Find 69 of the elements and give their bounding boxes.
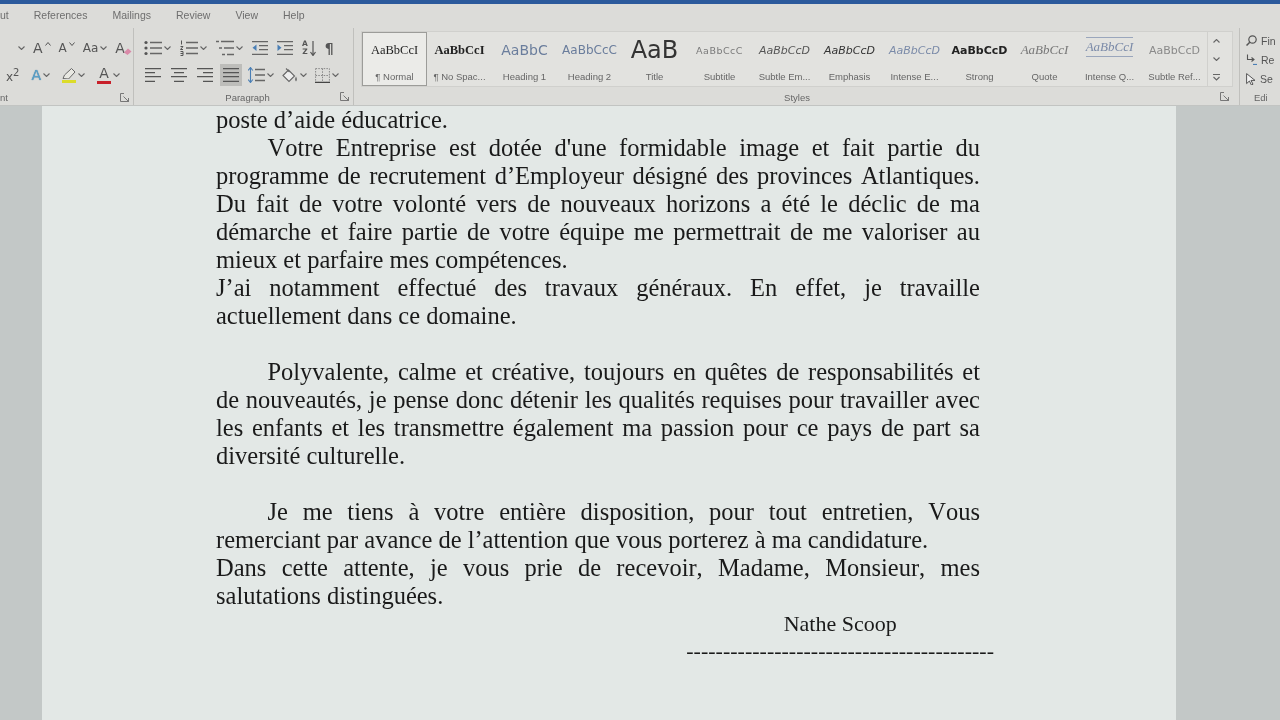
font-color-button[interactable]: A: [95, 64, 123, 86]
select-button[interactable]: Se: [1246, 70, 1280, 87]
align-left-icon: [145, 68, 161, 82]
style-tile[interactable]: AaBbCcD Strong: [947, 32, 1012, 86]
justify-icon: [223, 68, 239, 82]
ribbon-tab[interactable]: Mailings: [112, 7, 151, 25]
paragraph: poste d’aide éducatrice.: [216, 106, 449, 134]
search-icon: [1246, 35, 1257, 46]
grow-font-button[interactable]: A: [31, 37, 53, 59]
group-label: Styles: [784, 91, 810, 103]
paragraph: Dans cette attente, je vous prie de recevoir, Madame, Monsieur, mes salutations distinguées.: [216, 554, 980, 610]
multilevel-list-icon: [216, 40, 234, 56]
numbered-list-icon: [180, 40, 198, 56]
ribbon-tab[interactable]: ut: [0, 7, 9, 25]
ribbon-tab[interactable]: View: [235, 7, 258, 25]
style-tile[interactable]: AaBbCcD Intense E...: [882, 32, 947, 86]
style-tile[interactable]: AaBbCcD Subtle Em...: [752, 32, 817, 86]
caret-down-icon: [1212, 57, 1220, 61]
arrow-down-icon: [309, 40, 316, 56]
paragraph: Votre Entreprise est dotée d'une formidable image et fait partie du programme de recrutement d’Employeur désigné des provinces Atlantiques. Du fait de votre volonté vers de nouveaux horizons a été le déclic de ma démarche et faire partie de votre équipe me permettrait de me valoriser au mieux et parfaire mes compétences.: [216, 134, 980, 274]
style-tile[interactable]: AaBbCcC Heading 2: [557, 32, 622, 86]
group-label: Edi: [1254, 91, 1268, 103]
dialog-launcher-icon[interactable]: [120, 92, 129, 102]
eraser-icon: [123, 48, 132, 55]
line-spacing-icon: [248, 67, 265, 83]
group-label: Paragraph: [225, 91, 270, 103]
paragraph: Je me tiens à votre entière disposition, pour tout entretien, Vous remerciant par avance de l’attention que vous porterez à ma candidature.: [216, 498, 980, 554]
signature-name: Nathe Scoop: [783, 610, 897, 637]
style-tile[interactable]: AaBbCcI ¶ No Spac...: [427, 32, 492, 86]
change-case-button[interactable]: Aa: [80, 37, 110, 59]
bullet-list-icon: [144, 40, 162, 56]
paragraph: J’ai notamment effectué des travaux généraux. En effet, je travaille actuellement dans ce domaine.: [216, 274, 980, 330]
borders-icon: [315, 67, 330, 83]
signature-line: ------------------------------------------: [686, 637, 994, 664]
decrease-indent-icon: [252, 41, 268, 55]
style-tile[interactable]: AaB Title: [622, 32, 687, 86]
line-spacing-button[interactable]: [246, 64, 276, 86]
paint-bucket-icon: [282, 67, 298, 83]
replace-button[interactable]: Re: [1246, 51, 1280, 68]
ribbon-tab[interactable]: Review: [176, 7, 211, 25]
style-tile[interactable]: AaBbCcI Quote: [1012, 32, 1077, 86]
style-tile[interactable]: AaBbCcC Subtitle: [687, 32, 752, 86]
dialog-launcher-icon[interactable]: [340, 92, 349, 101]
more-icon: [1212, 73, 1220, 81]
caret-up-icon: [44, 42, 51, 46]
justify-button[interactable]: [220, 64, 242, 86]
style-tile[interactable]: AaBbCcI ¶ Normal: [362, 32, 427, 86]
caret-down-icon: [68, 42, 75, 46]
shrink-font-button[interactable]: A: [56, 37, 77, 59]
align-right-icon: [197, 68, 213, 82]
style-tile[interactable]: AaBbCcI Intense Q...: [1077, 32, 1142, 86]
ribbon-tab[interactable]: Help: [283, 7, 305, 25]
style-tile[interactable]: AaBbC Heading 1: [492, 32, 557, 86]
highlighter-icon: [62, 67, 77, 79]
superscript-button[interactable]: x$^{2}$: [4, 64, 22, 86]
ribbon-tab[interactable]: References: [33, 7, 88, 25]
replace-icon: [1246, 54, 1257, 65]
style-tile[interactable]: AaBbCcD Emphasis: [817, 32, 882, 86]
increase-indent-icon: [277, 41, 293, 55]
style-tile[interactable]: AaBbCcD Subtle Ref...: [1142, 32, 1207, 86]
clear-formatting-button[interactable]: A: [113, 37, 134, 59]
align-center-icon: [171, 68, 187, 82]
caret-up-icon: [1212, 39, 1220, 43]
find-button[interactable]: Fin: [1246, 32, 1280, 49]
dialog-launcher-icon[interactable]: [1220, 92, 1229, 101]
paragraph: Polyvalente, calme et créative, toujours en quêtes de responsabilités et de nouveautés, je pense donc détenir les qualités requises pour travailler avec les enfants et les transmettre également ma passion pour ce pays de part sa diversité culturelle.: [216, 358, 980, 470]
group-label: nt: [0, 91, 8, 103]
cursor-arrow-icon: [1246, 72, 1256, 85]
show-formatting-button[interactable]: ¶: [322, 37, 336, 59]
